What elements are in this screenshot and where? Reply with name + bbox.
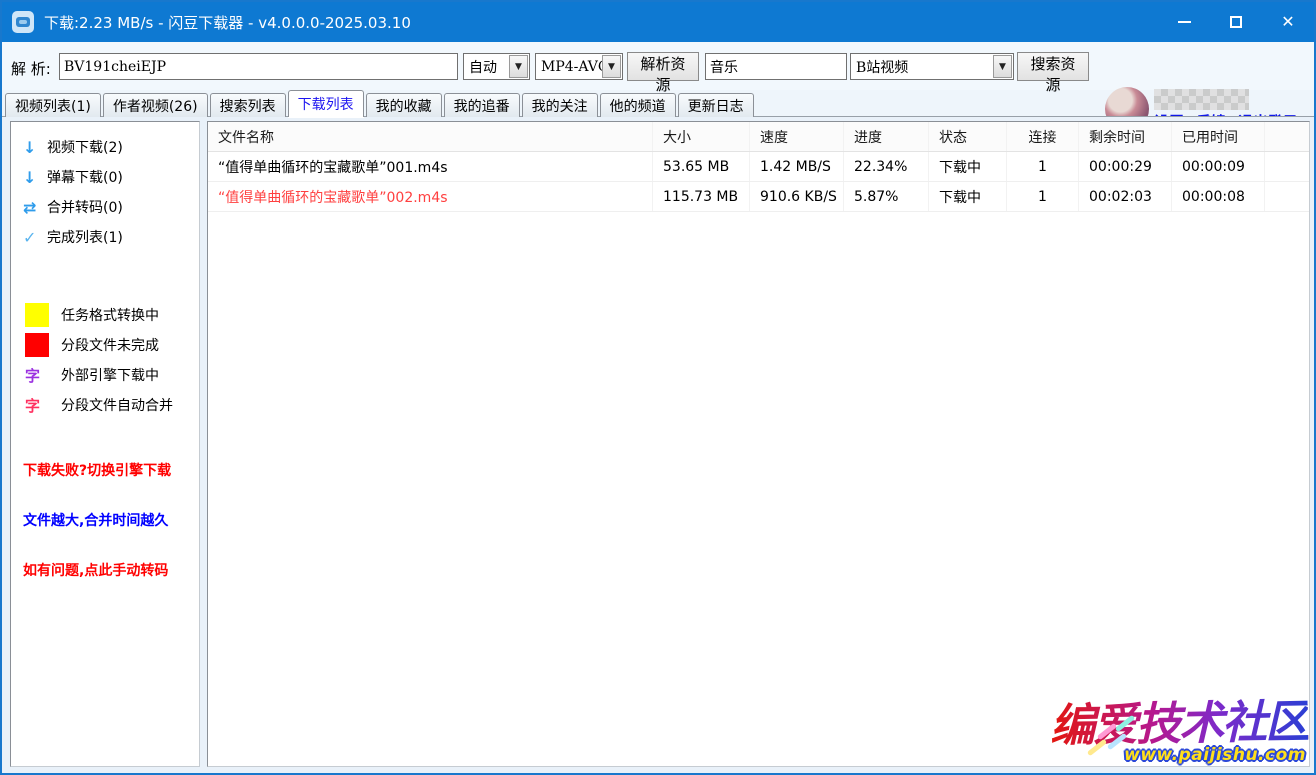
legend-item: 字 外部引擎下载中 [11,360,199,390]
col-progress[interactable]: 进度 [844,122,929,151]
swap-arrows-icon: ⇄ [23,198,47,217]
cell-progress: 22.34% [844,152,929,181]
app-logo-icon [12,11,34,33]
format-select[interactable]: MP4-AVC ▼ [535,53,623,80]
legend-item: 字 分段文件自动合并 [11,390,199,420]
col-speed[interactable]: 速度 [750,122,844,151]
table-header: 文件名称 大小 速度 进度 状态 连接 剩余时间 已用时间 [208,122,1309,152]
legend-label: 分段文件自动合并 [61,395,173,415]
dropdown-arrow-icon[interactable]: ▼ [509,55,528,78]
legend-label: 任务格式转换中 [61,305,159,325]
red-swatch [25,333,49,357]
parse-resource-button[interactable]: 解析资源 [627,52,699,81]
col-connections[interactable]: 连接 [1007,122,1079,151]
parse-input[interactable] [59,53,458,80]
cell-remaining-time: 00:02:03 [1079,182,1172,211]
col-status[interactable]: 状态 [929,122,1007,151]
manual-transcode-link[interactable]: 如有问题,点此手动转码 [23,560,168,580]
site-select-value: B站视频 [851,57,993,77]
cell-elapsed-time: 00:00:09 [1172,152,1265,181]
cell-filename: “值得单曲循环的宝藏歌单”001.m4s [208,152,653,181]
search-keyword-input[interactable] [705,53,847,80]
dropdown-arrow-icon[interactable]: ▼ [993,55,1012,78]
cell-size: 115.73 MB [653,182,750,211]
sidebar-item-label: 合并转码(0) [47,197,123,217]
tab-following[interactable]: 我的关注 [522,93,598,117]
quality-select-value: 自动 [464,57,509,77]
purple-char-swatch: 字 [25,365,49,386]
close-icon: ✕ [1281,14,1294,30]
sidebar-item-merge-transcode[interactable]: ⇄ 合并转码(0) [11,192,199,222]
cell-filename: “值得单曲循环的宝藏歌单”002.m4s [208,182,653,211]
sidebar-item-video-download[interactable]: ↓ 视频下载(2) [11,132,199,162]
cell-progress: 5.87% [844,182,929,211]
maximize-icon [1230,16,1242,28]
download-arrow-icon: ↓ [23,138,47,157]
sidebar-item-label: 弹幕下载(0) [47,167,123,187]
legend-item: 分段文件未完成 [11,330,199,360]
tab-changelog[interactable]: 更新日志 [678,93,754,117]
tab-search-list[interactable]: 搜索列表 [210,93,286,117]
download-arrow-icon: ↓ [23,168,47,187]
col-elapsed-time[interactable]: 已用时间 [1172,122,1265,151]
app-window: 下载:2.23 MB/s - 闪豆下载器 - v4.0.0.0-2025.03.… [0,0,1316,775]
sidebar-item-label: 视频下载(2) [47,137,123,157]
cell-status: 下载中 [929,152,1007,181]
legend-item: 任务格式转换中 [11,300,199,330]
cell-speed: 1.42 MB/S [750,152,844,181]
col-remaining-time[interactable]: 剩余时间 [1079,122,1172,151]
tab-favorites[interactable]: 我的收藏 [366,93,442,117]
content-area: ↓ 视频下载(2) ↓ 弹幕下载(0) ⇄ 合并转码(0) ✓ 完成列表(1) [2,117,1314,773]
site-select[interactable]: B站视频 ▼ [850,53,1014,80]
tab-author-videos[interactable]: 作者视频(26) [103,93,208,117]
switch-engine-hint[interactable]: 下载失败?切换引擎下载 [23,460,171,480]
sidebar: ↓ 视频下载(2) ↓ 弹幕下载(0) ⇄ 合并转码(0) ✓ 完成列表(1) [10,121,200,767]
download-table: 文件名称 大小 速度 进度 状态 连接 剩余时间 已用时间 “值得单曲循环的宝藏… [207,121,1310,767]
maximize-button[interactable] [1210,2,1262,42]
close-button[interactable]: ✕ [1262,2,1314,42]
cell-status: 下载中 [929,182,1007,211]
quality-select[interactable]: 自动 ▼ [463,53,530,80]
legend-label: 分段文件未完成 [61,335,159,355]
tab-bar: 视频列表(1) 作者视频(26) 搜索列表 下载列表 我的收藏 我的追番 我的关… [2,90,1314,117]
search-resource-button[interactable]: 搜索资源 [1017,52,1089,81]
status-legend: 任务格式转换中 分段文件未完成 字 外部引擎下载中 字 分段文件自动合并 [11,300,199,420]
cell-connections: 1 [1007,182,1079,211]
format-select-value: MP4-AVC [536,59,602,75]
minimize-icon [1178,21,1191,23]
sidebar-item-label: 完成列表(1) [47,227,123,247]
col-size[interactable]: 大小 [653,122,750,151]
sidebar-item-danmaku-download[interactable]: ↓ 弹幕下载(0) [11,162,199,192]
pink-char-swatch: 字 [25,395,49,416]
table-row[interactable]: “值得单曲循环的宝藏歌单”001.m4s 53.65 MB 1.42 MB/S … [208,152,1309,182]
yellow-swatch [25,303,49,327]
tab-download-list[interactable]: 下载列表 [288,90,364,117]
merge-time-hint: 文件越大,合并时间越久 [23,510,168,530]
legend-label: 外部引擎下载中 [61,365,159,385]
window-title: 下载:2.23 MB/s - 闪豆下载器 - v4.0.0.0-2025.03.… [44,12,411,33]
col-filename[interactable]: 文件名称 [208,122,653,151]
cell-remaining-time: 00:00:29 [1079,152,1172,181]
check-icon: ✓ [23,228,47,247]
tab-his-channel[interactable]: 他的频道 [600,93,676,117]
minimize-button[interactable] [1158,2,1210,42]
cell-speed: 910.6 KB/S [750,182,844,211]
title-bar: 下载:2.23 MB/s - 闪豆下载器 - v4.0.0.0-2025.03.… [2,2,1314,42]
sidebar-item-completed-list[interactable]: ✓ 完成列表(1) [11,222,199,252]
table-row[interactable]: “值得单曲循环的宝藏歌单”002.m4s 115.73 MB 910.6 KB/… [208,182,1309,212]
parse-label: 解 析: [11,58,51,79]
cell-elapsed-time: 00:00:08 [1172,182,1265,211]
tab-video-list[interactable]: 视频列表(1) [5,93,101,117]
toolbar: 解 析: 自动 ▼ MP4-AVC ▼ 解析资源 B站视频 ▼ 搜索资源 设置 … [2,42,1314,90]
dropdown-arrow-icon[interactable]: ▼ [602,55,621,78]
cell-connections: 1 [1007,152,1079,181]
tab-bangumi[interactable]: 我的追番 [444,93,520,117]
cell-size: 53.65 MB [653,152,750,181]
